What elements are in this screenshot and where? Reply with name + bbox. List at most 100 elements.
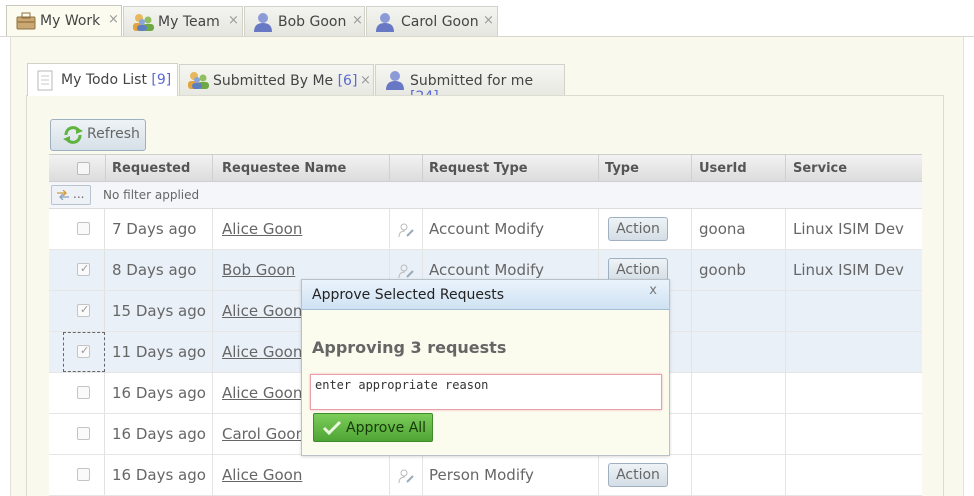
cell-separator [212, 250, 213, 290]
tab-my-team[interactable]: My Team × [123, 6, 243, 36]
row-checkbox-checked[interactable]: ✓ [77, 303, 90, 317]
requestee-link[interactable]: Alice Goon [222, 220, 302, 238]
person-edit-icon [398, 223, 414, 238]
requestee-link[interactable]: Alice Goon [222, 343, 302, 361]
refresh-icon [63, 126, 83, 144]
close-icon[interactable]: × [483, 13, 494, 28]
cell-separator [691, 209, 692, 249]
close-icon[interactable]: x [649, 283, 657, 298]
row-checkbox[interactable] [77, 427, 90, 440]
cell-separator [785, 209, 786, 249]
check-icon: ✓ [80, 262, 90, 275]
close-icon[interactable]: × [352, 13, 363, 28]
requestee-link[interactable]: Alice Goon [222, 302, 302, 320]
cell-separator [389, 455, 390, 495]
dialog-heading: Approving 3 requests [312, 338, 507, 357]
cell-separator [691, 373, 692, 413]
cell-separator [389, 209, 390, 249]
filter-row: ... No filter applied [49, 182, 922, 209]
tab-label: My Todo List [9] [61, 72, 172, 88]
person-icon [386, 71, 404, 90]
cell-separator [785, 250, 786, 290]
requested-cell: 16 Days ago [112, 425, 206, 443]
filter-button-label: ... [73, 187, 85, 201]
action-button[interactable]: Action [608, 463, 668, 487]
cell-separator [212, 414, 213, 454]
column-separator [422, 155, 423, 183]
cell-separator [691, 291, 692, 331]
cell-separator [212, 332, 213, 372]
refresh-label: Refresh [87, 126, 140, 142]
request-type-cell: Account Modify [429, 220, 545, 238]
column-header-userid[interactable]: UserId [699, 161, 747, 176]
tab-submitted-by-me[interactable]: Submitted By Me [6] × [179, 64, 374, 96]
cell-separator [422, 455, 423, 495]
reason-input[interactable]: enter appropriate reason [310, 374, 662, 410]
document-icon [37, 70, 53, 91]
requestee-link[interactable]: Alice Goon [222, 466, 302, 484]
cell-separator [785, 414, 786, 454]
top-tab-bar: My Work × My Team × Bob Goon × Carol Goo… [0, 0, 974, 37]
column-separator [691, 155, 692, 183]
tab-label: Carol Goon [401, 14, 479, 30]
tab-label: My Work [40, 13, 101, 29]
row-checkbox-checked[interactable]: ✓ [77, 262, 90, 276]
column-separator [389, 155, 390, 183]
column-separator [785, 155, 786, 183]
approve-all-button[interactable]: Approve All [313, 413, 433, 442]
row-checkbox[interactable] [77, 386, 90, 399]
table-row[interactable]: 7 Days ago Alice Goon Account Modify Act… [49, 209, 922, 250]
approve-dialog: Approve Selected Requests x Approving 3 … [301, 279, 670, 456]
tab-bob-goon[interactable]: Bob Goon × [244, 6, 365, 36]
cell-separator [212, 455, 213, 495]
check-icon: ✓ [80, 344, 90, 357]
person-icon [254, 13, 272, 32]
column-separator [212, 155, 213, 183]
dialog-title: Approve Selected Requests [312, 287, 505, 303]
requestee-link[interactable]: Bob Goon [222, 261, 295, 279]
column-header-requestee-name[interactable]: Requestee Name [222, 161, 346, 176]
action-button[interactable]: Action [608, 217, 668, 241]
approve-all-label: Approve All [346, 420, 427, 436]
table-row[interactable]: 16 Days ago Alice Goon Person Modify Act… [49, 455, 922, 496]
column-header-requested[interactable]: Requested [112, 161, 190, 176]
filter-status: No filter applied [103, 188, 200, 202]
row-checkbox[interactable] [77, 222, 90, 235]
cell-separator [691, 414, 692, 454]
requested-cell: 8 Days ago [112, 261, 197, 279]
select-all-checkbox[interactable] [77, 162, 90, 175]
briefcase-icon [16, 12, 36, 30]
dialog-title-bar[interactable]: Approve Selected Requests x [302, 280, 669, 310]
row-checkbox[interactable] [77, 468, 90, 481]
tab-my-work[interactable]: My Work × [6, 5, 122, 36]
tab-label: Submitted By Me [6] [213, 73, 358, 89]
column-header-request-type[interactable]: Request Type [429, 161, 528, 176]
cell-separator [212, 291, 213, 331]
close-icon[interactable]: × [228, 13, 239, 28]
requestee-link[interactable]: Carol Goon [222, 425, 305, 443]
cell-separator [785, 455, 786, 495]
cell-separator [691, 250, 692, 290]
requested-cell: 11 Days ago [112, 343, 206, 361]
tab-carol-goon[interactable]: Carol Goon × [366, 6, 498, 36]
grid-header: Requested Requestee Name Request Type Ty… [49, 154, 922, 183]
filter-arrows-icon [57, 190, 69, 200]
close-icon[interactable]: × [108, 12, 119, 27]
cell-separator [785, 332, 786, 372]
requested-cell: 16 Days ago [112, 384, 206, 402]
tab-submitted-for-me[interactable]: Submitted for me [24] [375, 64, 565, 105]
filter-button[interactable]: ... [51, 185, 91, 205]
close-icon[interactable]: × [360, 73, 371, 88]
team-icon [133, 14, 154, 31]
column-header-type[interactable]: Type [605, 161, 639, 176]
cell-separator [785, 373, 786, 413]
column-header-service[interactable]: Service [793, 161, 847, 176]
row-checkbox-checked[interactable]: ✓ [77, 344, 90, 358]
cell-separator [212, 209, 213, 249]
column-separator [598, 155, 599, 183]
refresh-button[interactable]: Refresh [50, 119, 146, 151]
requestee-link[interactable]: Alice Goon [222, 384, 302, 402]
cell-separator [598, 455, 599, 495]
userid-cell: goonb [699, 261, 746, 279]
tab-my-todo-list[interactable]: My Todo List [9] [27, 63, 178, 96]
